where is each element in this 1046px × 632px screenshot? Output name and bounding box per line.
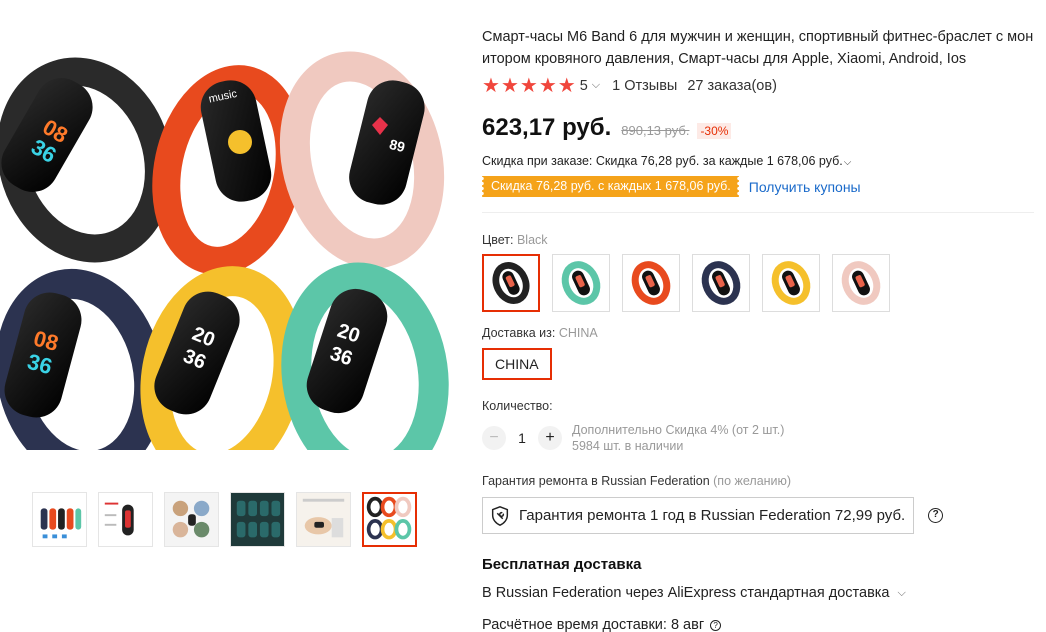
- shield-wrench-icon: [491, 505, 509, 526]
- star-icon: ★: [557, 75, 576, 97]
- color-swatch-image: [631, 261, 671, 305]
- old-price: 890,13 руб.: [621, 123, 690, 138]
- quantity-plus-button[interactable]: +: [538, 426, 562, 450]
- warranty-row: Гарантия ремонта 1 год в Russian Federat…: [482, 497, 944, 534]
- product-title-line: Смарт-часы M6 Band 6 для мужчин и женщин…: [482, 29, 1034, 45]
- get-coupons-link[interactable]: Получить купоны: [749, 179, 861, 195]
- coupon-row: Скидка 76,28 руб. с каждых 1 678,06 руб.…: [482, 176, 861, 197]
- gallery-thumbnail[interactable]: [98, 492, 153, 547]
- quantity-input[interactable]: [506, 430, 538, 446]
- order-discount[interactable]: Скидка при заказе: Скидка 76,28 руб. за …: [482, 154, 851, 168]
- current-price: 623,17 руб.: [482, 114, 612, 141]
- gallery-thumbnail[interactable]: [296, 492, 351, 547]
- color-label: Цвет: Black: [482, 233, 548, 247]
- shipping-method-text: В Russian Federation через AliExpress ст…: [482, 585, 890, 601]
- ship-from-selected: CHINA: [558, 326, 598, 340]
- delivery-estimate: Расчётное время доставки: 8 авг ?: [482, 617, 722, 632]
- coupon-tag: Скидка 76,28 руб. с каждых 1 678,06 руб.: [482, 176, 739, 197]
- gallery-thumbnails: [32, 492, 417, 547]
- chevron-down-icon[interactable]: ⌵: [844, 157, 852, 168]
- gallery-thumbnail[interactable]: [230, 492, 285, 547]
- color-swatch-orange[interactable]: [622, 254, 680, 312]
- color-swatch-pink[interactable]: [832, 254, 890, 312]
- order-discount-text: Скидка при заказе: Скидка 76,28 руб. за …: [482, 154, 843, 168]
- star-icon: ★: [538, 75, 557, 97]
- color-swatch-mint[interactable]: [552, 254, 610, 312]
- question-icon[interactable]: ?: [928, 508, 944, 523]
- shipping-method-selector[interactable]: В Russian Federation через AliExpress ст…: [482, 585, 918, 601]
- bulk-discount-text: Дополнительно Скидка 4% (от 2 шт.): [572, 423, 785, 437]
- warranty-option-label: Гарантия ремонта 1 год в Russian Federat…: [519, 507, 906, 524]
- warranty-optional: (по желанию): [713, 474, 792, 488]
- color-swatch-yellow[interactable]: [762, 254, 820, 312]
- quantity-info: Дополнительно Скидка 4% (от 2 шт.) 5984 …: [572, 422, 784, 454]
- band-mint-image: 20 36: [281, 262, 449, 488]
- stock-text: 5984 шт. в наличии: [572, 439, 684, 453]
- question-icon[interactable]: ?: [710, 619, 722, 631]
- color-swatches: [482, 254, 890, 312]
- rating-stars: ★ ★ ★ ★ ★: [482, 76, 576, 96]
- free-shipping-heading: Бесплатная доставка: [482, 556, 642, 573]
- color-swatch-navy[interactable]: [692, 254, 750, 312]
- delivery-estimate-text: Расчётное время доставки: 8 авг: [482, 617, 705, 632]
- quantity-minus-button[interactable]: −: [482, 426, 506, 450]
- warranty-label: Гарантия ремонта в Russian Federation (п…: [482, 474, 791, 488]
- orders-count: 27 заказа(ов): [687, 78, 777, 94]
- band-yellow-image: 20 36: [140, 266, 304, 484]
- color-swatch-image: [561, 261, 601, 305]
- gallery-thumbnail[interactable]: [32, 492, 87, 547]
- warranty-option-button[interactable]: Гарантия ремонта 1 год в Russian Federat…: [482, 497, 915, 534]
- product-main-image[interactable]: 08 36 music 89 08 36 20 36 20 36: [0, 30, 450, 488]
- band-black-image: 08 36: [0, 57, 173, 263]
- quantity-label: Количество:: [482, 399, 553, 413]
- product-title: Смарт-часы M6 Band 6 для мужчин и женщин…: [482, 26, 1037, 70]
- star-icon: ★: [500, 75, 519, 97]
- ship-from-label: Доставка из: CHINA: [482, 326, 598, 340]
- ship-from-option-china[interactable]: CHINA: [482, 348, 552, 380]
- star-icon: ★: [519, 75, 538, 97]
- color-swatch-image: [771, 261, 811, 305]
- color-swatch-image: [492, 262, 530, 304]
- gallery-thumbnail[interactable]: [164, 492, 219, 547]
- reviews-link[interactable]: 1 Отзывы: [612, 78, 677, 94]
- chevron-down-icon: ⌵: [897, 587, 906, 599]
- product-title-line: итором кровяного давления, Смарт-часы дл…: [482, 51, 967, 67]
- warranty-label-text: Гарантия ремонта в Russian Federation: [482, 474, 710, 488]
- band-pink-image: 89: [279, 51, 445, 269]
- discount-badge: -30%: [697, 123, 732, 139]
- color-swatch-black[interactable]: [482, 254, 540, 312]
- price-row: 623,17 руб. 890,13 руб. -30%: [482, 114, 732, 142]
- ship-from-label-text: Доставка из:: [482, 326, 556, 340]
- band-navy-image: 08 36: [0, 268, 165, 482]
- color-label-text: Цвет:: [482, 233, 514, 247]
- rating-row: ★ ★ ★ ★ ★ 5 ⌵ 1 Отзывы 27 заказа(ов): [482, 76, 777, 96]
- quantity-stepper: − + Дополнительно Скидка 4% (от 2 шт.) 5…: [482, 422, 784, 454]
- selected-color: Black: [516, 233, 548, 247]
- color-swatch-image: [841, 261, 881, 305]
- gallery-thumbnail-active[interactable]: [362, 492, 417, 547]
- color-swatch-image: [701, 261, 741, 305]
- star-icon: ★: [482, 75, 500, 97]
- divider: [482, 212, 1034, 213]
- rating-value[interactable]: 5: [580, 78, 588, 94]
- chevron-down-icon[interactable]: ⌵: [592, 79, 600, 92]
